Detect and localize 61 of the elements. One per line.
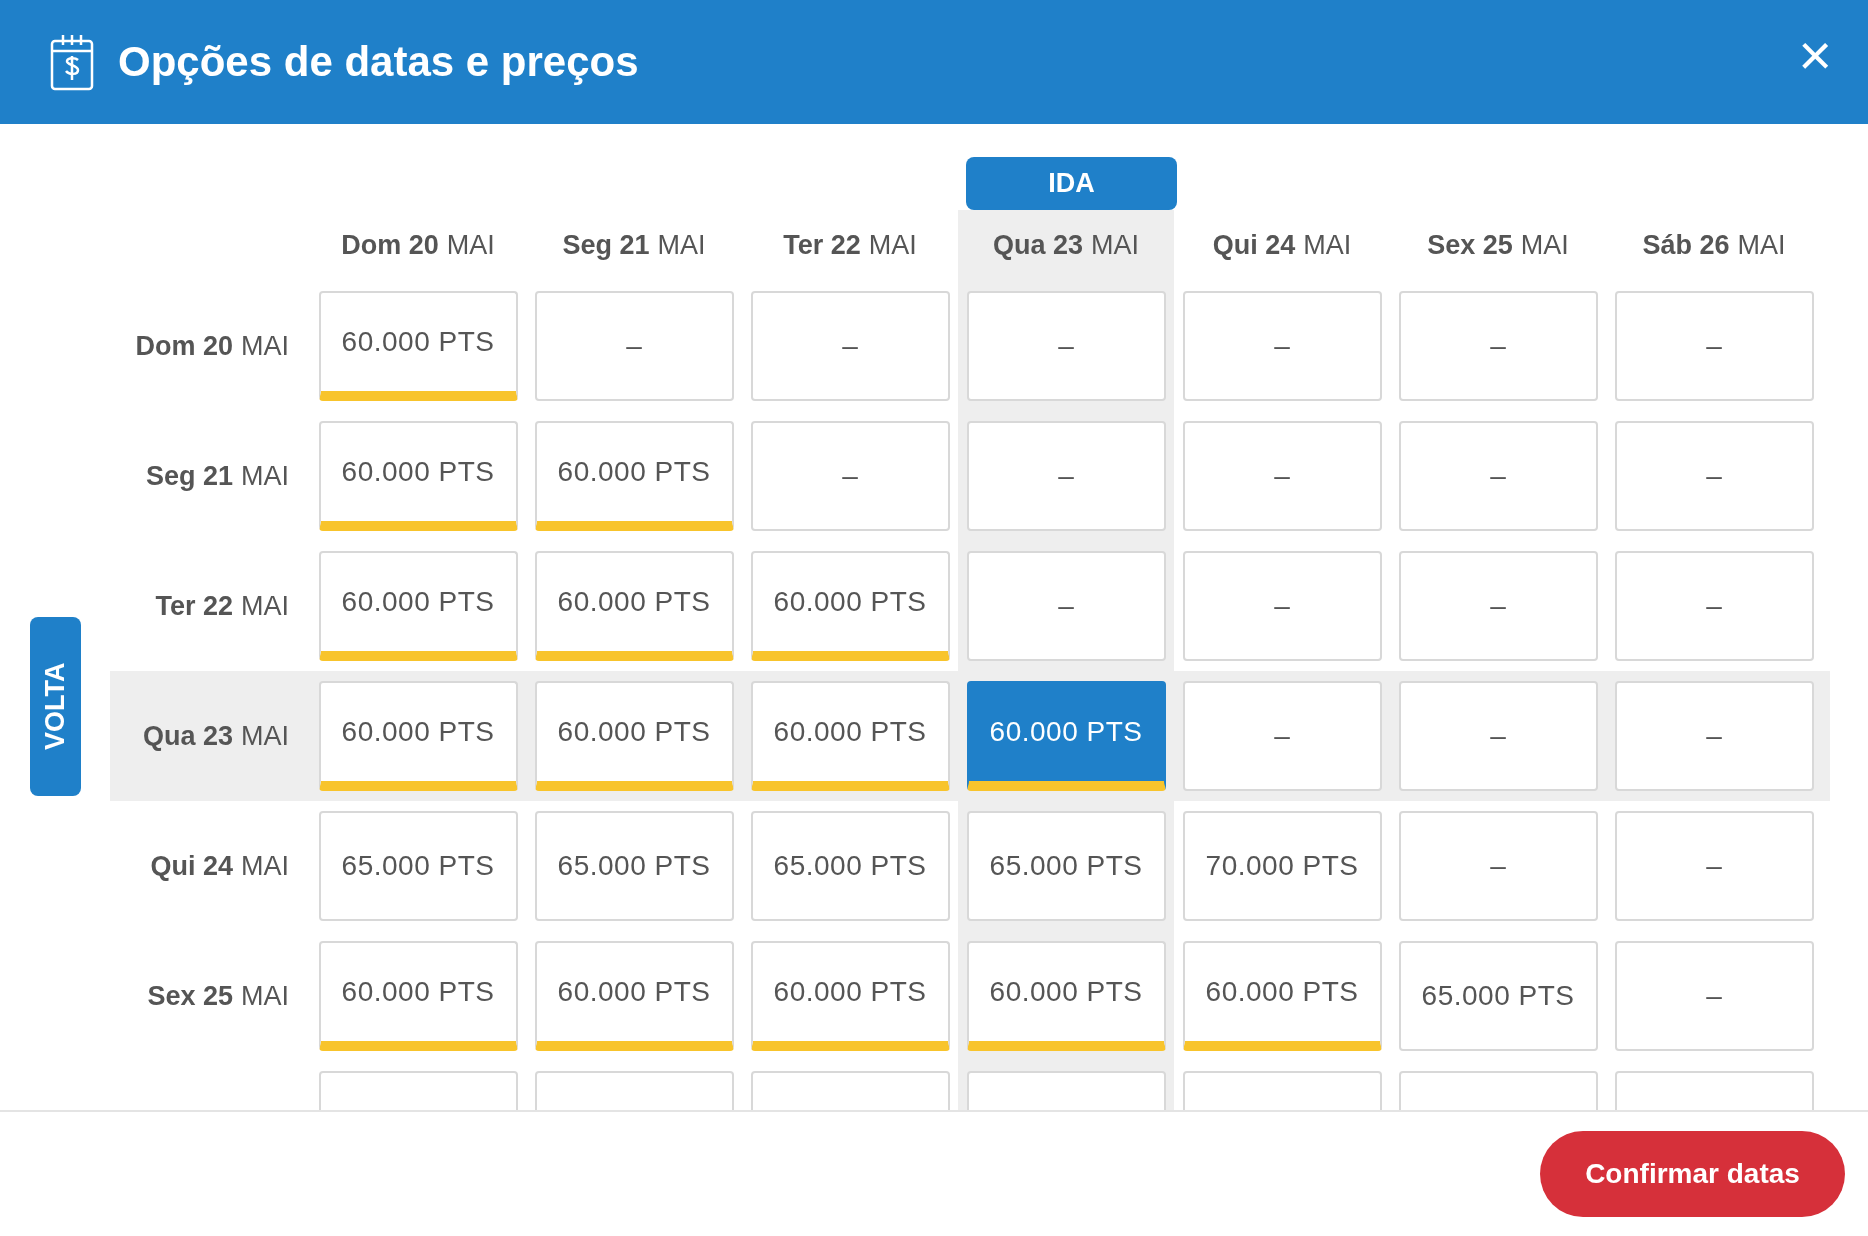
- unavailable-option: –: [1182, 291, 1382, 401]
- date-column-header: Qui 24 MAI: [1211, 229, 1353, 262]
- date-column-header: Sáb 26 MAI: [1641, 229, 1787, 262]
- date-column-header: Ter 22 MAI: [782, 229, 918, 262]
- price-option[interactable]: 60.000 PTS: [750, 551, 950, 661]
- date-column-header: Qua 23 MAI: [958, 210, 1174, 281]
- return-date-label: Dom 20 MAI: [134, 329, 290, 363]
- price-option[interactable]: 60.000 PTS: [318, 681, 518, 791]
- price-option[interactable]: 60.000 PTS: [534, 551, 734, 661]
- price-option[interactable]: 65.000 PTS: [1398, 941, 1598, 1051]
- calendar-dollar-icon: [50, 33, 94, 91]
- unavailable-option: –: [750, 421, 950, 531]
- unavailable-option: –: [966, 291, 1166, 401]
- unavailable-option: –: [1614, 811, 1814, 921]
- price-option[interactable]: 70.000 PTS: [1182, 811, 1382, 921]
- date-column-header: Dom 20 MAI: [340, 229, 496, 262]
- return-date-label: Seg 21 MAI: [144, 459, 290, 493]
- return-label: VOLTA: [30, 617, 81, 796]
- unavailable-option: –: [1398, 291, 1598, 401]
- date-column-header: Sex 25 MAI: [1426, 229, 1570, 262]
- unavailable-option: –: [1398, 811, 1598, 921]
- unavailable-option: –: [1182, 551, 1382, 661]
- unavailable-option: –: [534, 291, 734, 401]
- unavailable-option: –: [1614, 551, 1814, 661]
- return-date-label: Qui 24 MAI: [149, 849, 290, 883]
- price-option[interactable]: 65.000 PTS: [966, 811, 1166, 921]
- price-option[interactable]: 60.000 PTS: [318, 941, 518, 1051]
- unavailable-option: –: [1182, 681, 1382, 791]
- unavailable-option: –: [1614, 941, 1814, 1051]
- price-option[interactable]: 60.000 PTS: [966, 681, 1166, 791]
- return-date-label: Ter 22 MAI: [154, 589, 290, 623]
- price-option[interactable]: 60.000 PTS: [534, 421, 734, 531]
- return-date-label: Sex 25 MAI: [146, 979, 290, 1013]
- departure-label: IDA: [966, 157, 1177, 210]
- price-option[interactable]: 60.000 PTS: [1182, 941, 1382, 1051]
- unavailable-option: –: [1398, 551, 1598, 661]
- price-option[interactable]: 60.000 PTS: [318, 551, 518, 661]
- unavailable-option: –: [1614, 421, 1814, 531]
- price-option[interactable]: 60.000 PTS: [534, 941, 734, 1051]
- price-option[interactable]: 60.000 PTS: [750, 941, 950, 1051]
- unavailable-option: –: [1398, 421, 1598, 531]
- price-option[interactable]: 60.000 PTS: [966, 941, 1166, 1051]
- price-option[interactable]: 60.000 PTS: [534, 681, 734, 791]
- price-option[interactable]: 65.000 PTS: [750, 811, 950, 921]
- unavailable-option: –: [1182, 421, 1382, 531]
- unavailable-option: –: [1614, 291, 1814, 401]
- close-button[interactable]: ×: [1798, 26, 1832, 84]
- unavailable-option: –: [966, 551, 1166, 661]
- price-option[interactable]: 65.000 PTS: [318, 811, 518, 921]
- price-option[interactable]: 65.000 PTS: [534, 811, 734, 921]
- return-date-label: Qua 23 MAI: [110, 671, 310, 801]
- unavailable-option: –: [1614, 681, 1814, 791]
- unavailable-option: –: [750, 291, 950, 401]
- date-column-header: Seg 21 MAI: [561, 229, 707, 262]
- dialog-title: Opções de datas e preços: [118, 38, 640, 86]
- unavailable-option: –: [966, 421, 1166, 531]
- price-option[interactable]: 60.000 PTS: [318, 421, 518, 531]
- confirm-dates-button[interactable]: Confirmar datas: [1540, 1131, 1845, 1217]
- price-option[interactable]: 60.000 PTS: [318, 291, 518, 401]
- price-option[interactable]: 60.000 PTS: [750, 681, 950, 791]
- unavailable-option: –: [1398, 681, 1598, 791]
